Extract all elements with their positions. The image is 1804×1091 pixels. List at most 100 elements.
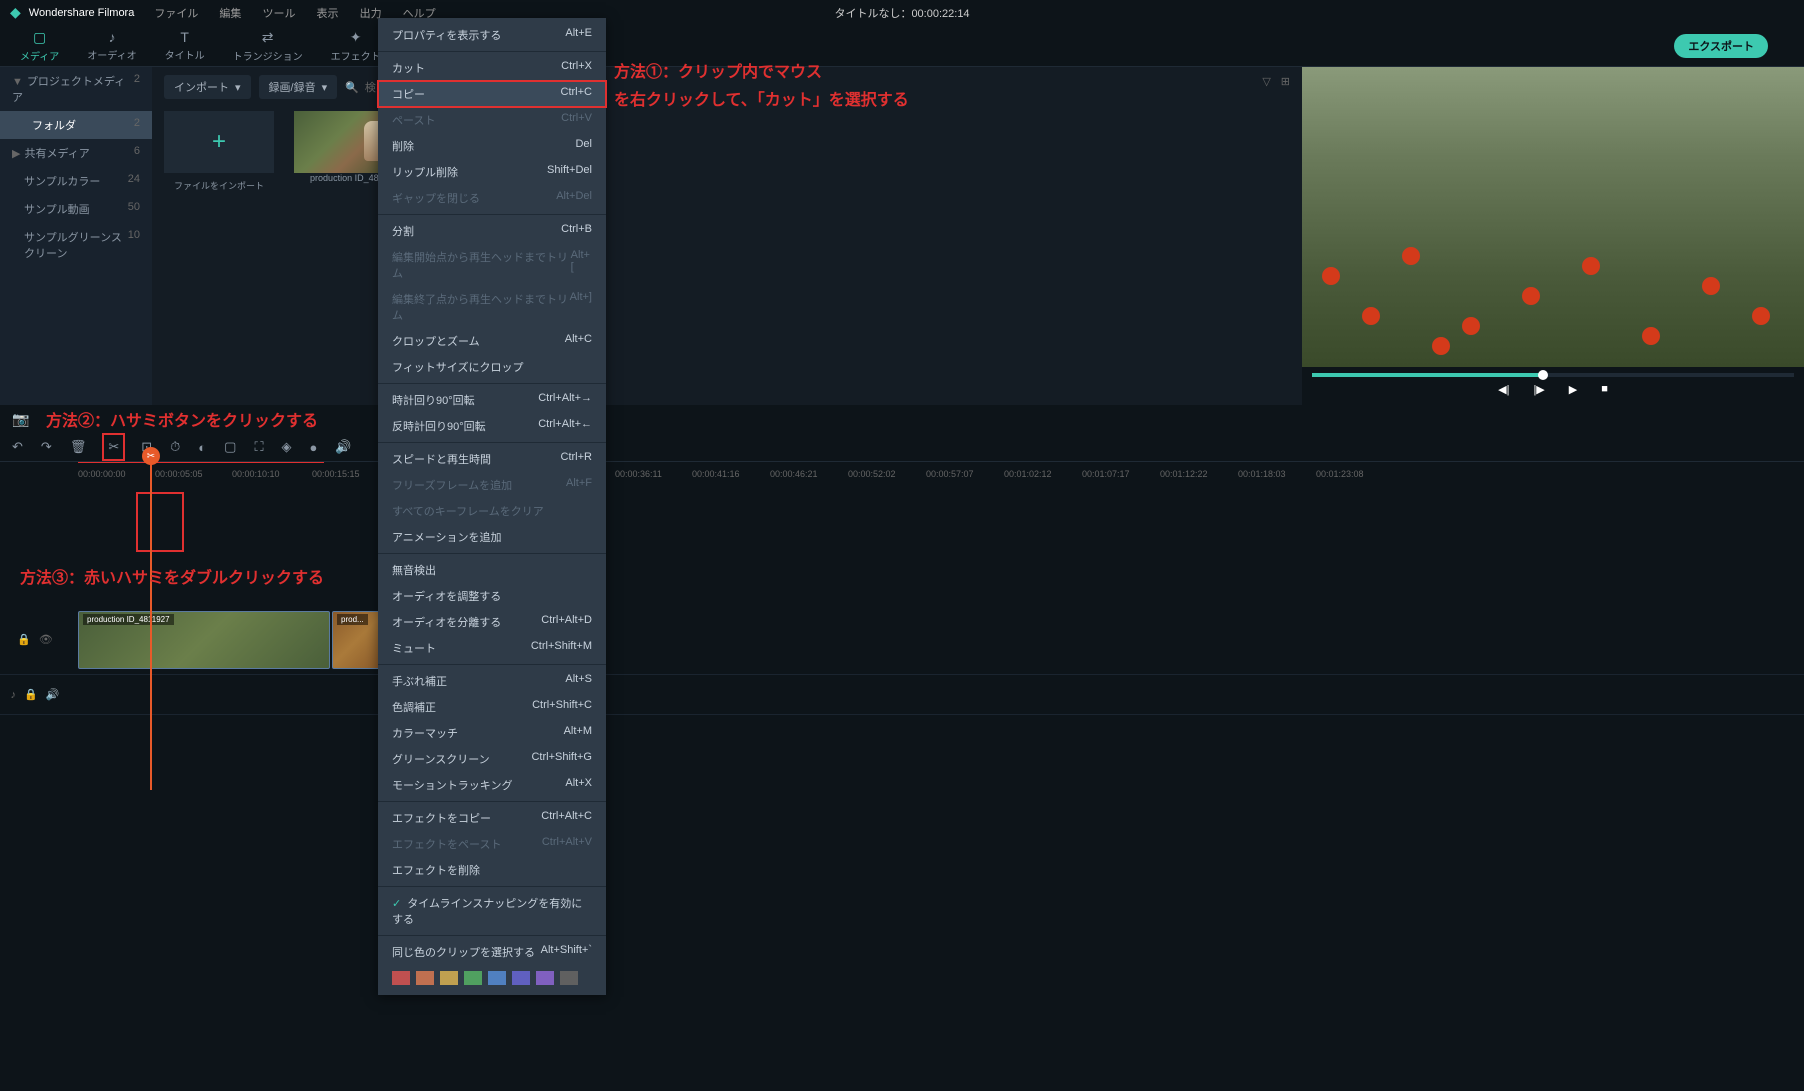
record-button[interactable]: ● (310, 440, 318, 455)
menu-view[interactable]: 表示 (317, 8, 339, 20)
color-swatch[interactable] (392, 971, 410, 985)
context-menu-item[interactable]: スピードと再生時間Ctrl+R (378, 446, 606, 472)
export-button[interactable]: エクスポート (1674, 34, 1768, 58)
timeline-ruler[interactable]: 00:00:00:0000:00:05:0500:00:10:1000:00:1… (0, 461, 1804, 485)
context-menu-item: すべてのキーフレームをクリア (378, 498, 606, 524)
fit-button[interactable]: ⛶ (254, 439, 263, 455)
context-menu-item[interactable]: 色調補正Ctrl+Shift+C (378, 694, 606, 720)
lock-icon[interactable]: 🔒 (17, 633, 31, 646)
sidebar-item-shared-media[interactable]: ▶共有メディア6 (0, 139, 152, 167)
transition-icon: ⇄ (262, 29, 274, 46)
context-menu-item[interactable]: グリーンスクリーンCtrl+Shift+G (378, 746, 606, 772)
context-menu-item[interactable]: カットCtrl+X (378, 55, 606, 81)
color-swatch[interactable] (512, 971, 530, 985)
grid-icon[interactable]: ⊞ (1281, 75, 1290, 88)
color-swatch[interactable] (488, 971, 506, 985)
color-swatch[interactable] (536, 971, 554, 985)
preview-video[interactable] (1302, 67, 1804, 367)
audio-track[interactable]: ♪🔒🔊 (0, 675, 1804, 715)
annotation-3: 方法③：赤いハサミをダブルクリックする (20, 564, 324, 588)
context-menu-item[interactable]: 分割Ctrl+B (378, 218, 606, 244)
effect-icon: ✦ (350, 29, 362, 46)
color-swatch[interactable] (560, 971, 578, 985)
media-panel: インポート▾ 録画/録音▾ 🔍検 ▽ ⊞ + ファイルをインポート produc… (152, 67, 1302, 405)
menu-file[interactable]: ファイル (154, 8, 198, 20)
annotation-2: 方法②：ハサミボタンをクリックする (46, 407, 318, 431)
speed-button[interactable]: ⏱ (170, 439, 180, 455)
context-menu-item[interactable]: ミュートCtrl+Shift+M (378, 635, 606, 661)
context-menu-item[interactable]: 時計回り90°回転Ctrl+Alt+→ (378, 387, 606, 413)
filter-icon[interactable]: ▽ (1262, 75, 1270, 88)
titlebar: ◆ Wondershare Filmora ファイル 編集 ツール 表示 出力 … (0, 0, 1804, 25)
stop-button[interactable]: ■ (1601, 383, 1608, 396)
scissors-button[interactable]: ✂ (104, 435, 123, 459)
context-menu-item[interactable]: リップル削除Shift+Del (378, 159, 606, 185)
tab-media[interactable]: ▢メディア (6, 25, 73, 67)
context-menu-item[interactable]: 無音検出 (378, 557, 606, 583)
context-menu-item[interactable]: プロパティを表示するAlt+E (378, 22, 606, 48)
import-dropdown[interactable]: インポート▾ (164, 75, 251, 99)
context-menu-item[interactable]: 同じ色のクリップを選択するAlt+Shift+` (378, 939, 606, 965)
context-menu-item[interactable]: アニメーションを追加 (378, 524, 606, 550)
context-menu-item[interactable]: カラーマッチAlt+M (378, 720, 606, 746)
lock-icon[interactable]: 🔒 (24, 688, 38, 701)
delete-button[interactable]: 🗑 (70, 439, 87, 455)
search-input[interactable]: 🔍検 (345, 79, 376, 95)
import-file-button[interactable]: + ファイルをインポート (164, 111, 274, 192)
timeline-clip[interactable]: prod... (332, 611, 382, 669)
playhead-scissors-icon[interactable]: ✂ (142, 447, 160, 465)
next-button[interactable]: |▶ (1533, 383, 1544, 396)
sidebar-item-sample-color[interactable]: サンプルカラー24 (0, 167, 152, 195)
context-menu-item[interactable]: 手ぶれ補正Alt+S (378, 668, 606, 694)
sidebar-item-folder[interactable]: フォルダ2 (0, 111, 152, 139)
menu-tool[interactable]: ツール (262, 8, 295, 20)
search-icon: 🔍 (345, 81, 359, 94)
green-button[interactable]: ▢ (224, 439, 236, 455)
sidebar-item-sample-green[interactable]: サンプルグリーンスクリーン10 (0, 223, 152, 267)
prev-button[interactable]: ◀| (1498, 383, 1509, 396)
context-menu-item: エフェクトをペーストCtrl+Alt+V (378, 831, 606, 857)
context-menu-item[interactable]: エフェクトをコピーCtrl+Alt+C (378, 805, 606, 831)
tab-title[interactable]: Tタイトル (151, 25, 219, 66)
tab-transition[interactable]: ⇄トランジション (219, 25, 317, 67)
color-button[interactable]: ◐ (198, 440, 206, 455)
record-dropdown[interactable]: 録画/録音▾ (259, 75, 338, 99)
tab-audio[interactable]: ♪オーディオ (73, 25, 150, 66)
context-menu-item[interactable]: 削除Del (378, 133, 606, 159)
context-menu: プロパティを表示するAlt+E カットCtrl+XコピーCtrl+CペーストCtr… (378, 18, 606, 995)
context-menu-item[interactable]: クロップとズームAlt+C (378, 328, 606, 354)
context-menu-item: フリーズフレームを追加Alt+F (378, 472, 606, 498)
context-menu-item: ペーストCtrl+V (378, 107, 606, 133)
playhead[interactable]: ✂ (150, 455, 152, 790)
color-swatch[interactable] (440, 971, 458, 985)
menu-edit[interactable]: 編集 (219, 8, 241, 20)
context-menu-item[interactable]: ✓タイムラインスナッピングを有効にする (378, 890, 606, 932)
undo-button[interactable]: ↶ (12, 439, 23, 455)
play-button[interactable]: ▶ (1569, 383, 1577, 396)
app-name: Wondershare Filmora (29, 7, 135, 19)
context-menu-item: ギャップを閉じるAlt+Del (378, 185, 606, 211)
sidebar-item-project-media[interactable]: ▼プロジェクトメディア2 (0, 67, 152, 111)
context-menu-item[interactable]: フィットサイズにクロップ (378, 354, 606, 380)
marker-button[interactable]: ◈ (282, 439, 292, 455)
redo-button[interactable]: ↷ (41, 439, 52, 455)
context-menu-item[interactable]: コピーCtrl+C (378, 81, 606, 107)
context-menu-item[interactable]: 反時計回り90°回転Ctrl+Alt+← (378, 413, 606, 439)
context-menu-item: 編集終了点から再生ヘッドまでトリムAlt+] (378, 286, 606, 328)
context-menu-item[interactable]: オーディオを調整する (378, 583, 606, 609)
context-menu-item[interactable]: モーショントラッキングAlt+X (378, 772, 606, 798)
window-title: タイトルなし：00:00:22:14 (834, 5, 969, 21)
context-menu-item[interactable]: エフェクトを削除 (378, 857, 606, 883)
color-swatch[interactable] (416, 971, 434, 985)
color-swatch[interactable] (464, 971, 482, 985)
timeline: 📷 ↶ ↷ 🗑 ✂ ⊡ ⏱ ◐ ▢ ⛶ ◈ ● 🔊 00:00:00:0000:… (0, 405, 1804, 1091)
eye-icon[interactable]: 👁 (39, 633, 53, 646)
chevron-down-icon: ▾ (322, 81, 328, 94)
context-menu-item[interactable]: オーディオを分離するCtrl+Alt+D (378, 609, 606, 635)
sidebar-item-sample-video[interactable]: サンプル動画50 (0, 195, 152, 223)
camera-icon[interactable]: 📷 (12, 411, 29, 428)
audio-button[interactable]: 🔊 (335, 439, 351, 455)
volume-icon[interactable]: 🔊 (46, 688, 60, 701)
timeline-clip[interactable]: production ID_4811927 (78, 611, 330, 669)
video-track[interactable]: 🔒 👁 production ID_4811927 prod... (0, 605, 1804, 675)
